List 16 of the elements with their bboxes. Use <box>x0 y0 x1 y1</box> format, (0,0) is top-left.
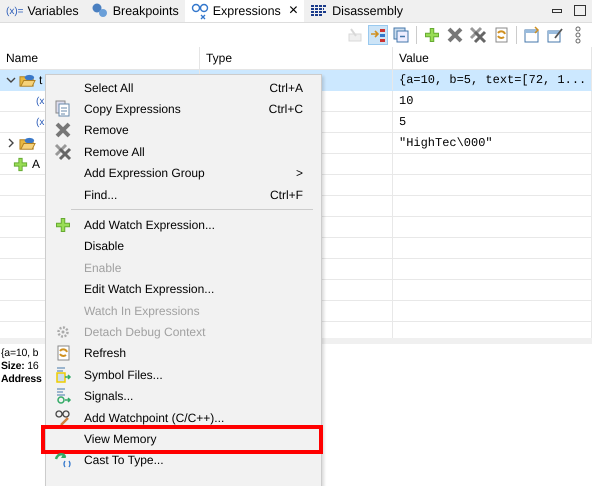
variable-icon: (x <box>36 116 44 128</box>
variables-icon: (x)= <box>6 6 24 16</box>
value-cell-text: 10 <box>398 94 414 108</box>
value-cell-text: "HighTec\000" <box>398 136 493 150</box>
tab-label: Disassembly <box>332 4 403 18</box>
variable-icon: (x <box>36 96 44 106</box>
value-cell-text: 5 <box>398 115 406 129</box>
tab-label: Variables <box>28 4 79 18</box>
tab-label: Breakpoints <box>112 4 179 18</box>
tab-label: Expressions <box>212 4 281 18</box>
detail-text: Address <box>1 373 42 385</box>
detail-text: {a=10, b <box>1 347 40 359</box>
value-cell-text: {a=10, b=5, text=[72, 1... <box>398 73 586 87</box>
name-cell: A <box>32 157 40 171</box>
detail-text: Size: 16 <box>1 360 40 372</box>
name-cell: t <box>39 73 42 87</box>
